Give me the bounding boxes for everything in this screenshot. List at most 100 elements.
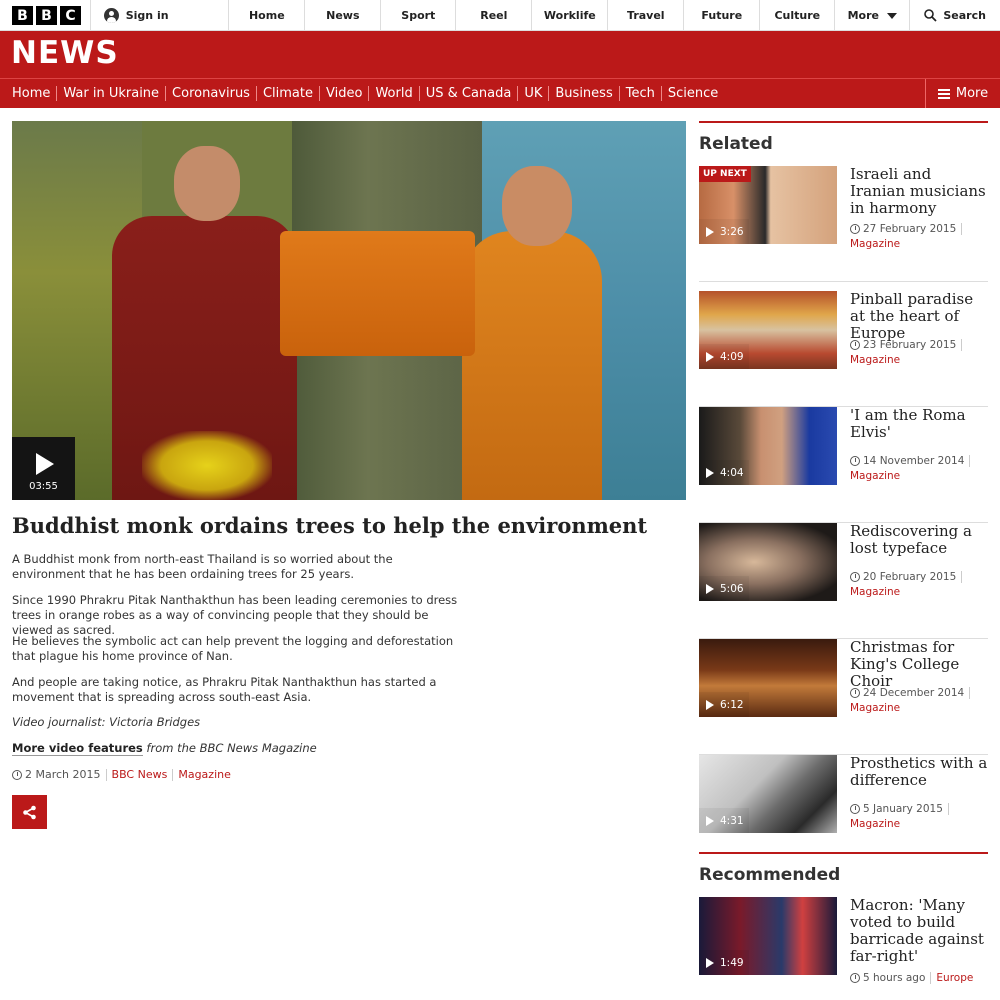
related-title[interactable]: Prosthetics with a difference	[850, 755, 990, 789]
section-nav-item-science[interactable]: Science	[662, 86, 724, 101]
related-section-link[interactable]: Magazine	[850, 470, 975, 482]
global-nav-news[interactable]: News	[305, 0, 382, 31]
caret-down-icon	[887, 12, 897, 19]
section-nav-item-video[interactable]: Video	[320, 86, 370, 101]
play-icon	[706, 226, 714, 237]
related-section-link[interactable]: Magazine	[850, 818, 954, 830]
related-card[interactable]: 5:06 Rediscovering a lost typeface 20 Fe…	[699, 523, 988, 639]
thumbnail-duration: 6:12	[720, 698, 744, 711]
related-thumbnail[interactable]: 4:04	[699, 407, 837, 485]
meta-divider	[961, 223, 963, 235]
related-title[interactable]: Pinball paradise at the heart of Europe	[850, 291, 990, 342]
related-title[interactable]: Christmas for King's College Choir	[850, 639, 990, 690]
related-meta: 24 December 2014 Magazine	[850, 687, 975, 714]
play-icon	[706, 467, 714, 478]
video-scene-monk-right-head	[502, 166, 572, 246]
section-nav-item-tech[interactable]: Tech	[620, 86, 662, 101]
bbc-logo-letter: B	[36, 6, 57, 25]
related-date: 5 January 2015	[863, 803, 943, 815]
share-button[interactable]	[12, 795, 47, 829]
meta-divider	[961, 571, 963, 583]
video-player[interactable]: 03:55	[12, 121, 686, 500]
video-scene-orange-robe	[280, 231, 475, 356]
global-nav-worklife[interactable]: Worklife	[532, 0, 609, 31]
related-card[interactable]: 6:12 Christmas for King's College Choir …	[699, 639, 988, 755]
global-header: B B C Sign in Home News Sport Reel Workl…	[0, 0, 1000, 31]
global-nav-culture[interactable]: Culture	[760, 0, 836, 31]
recommended-title[interactable]: Macron: 'Many voted to build barricade a…	[850, 897, 990, 965]
section-nav-item-war-in-ukraine[interactable]: War in Ukraine	[57, 86, 167, 101]
global-nav-reel[interactable]: Reel	[456, 0, 533, 31]
user-icon	[103, 8, 119, 23]
clock-icon	[850, 804, 860, 814]
related-title[interactable]: Israeli and Iranian musicians in harmony	[850, 166, 990, 217]
section-nav-item-climate[interactable]: Climate	[257, 86, 320, 101]
section-nav-item-home[interactable]: Home	[6, 86, 58, 101]
global-nav-sport[interactable]: Sport	[381, 0, 457, 31]
section-nav-item-us-canada[interactable]: US & Canada	[420, 86, 519, 101]
recommended-card[interactable]: 1:49 Macron: 'Many voted to build barric…	[699, 897, 988, 997]
related-section-link[interactable]: Magazine	[850, 586, 967, 598]
section-nav-item-world[interactable]: World	[369, 86, 420, 101]
up-next-badge: UP NEXT	[699, 166, 751, 182]
meta-divider	[930, 972, 932, 984]
related-card[interactable]: 4:09 Pinball paradise at the heart of Eu…	[699, 291, 988, 407]
section-nav-more-button[interactable]: More	[925, 79, 1000, 108]
play-icon	[706, 583, 714, 594]
related-meta: 23 February 2015 Magazine	[850, 339, 967, 366]
related-date: 14 November 2014	[863, 455, 965, 467]
news-masthead: NEWS	[0, 31, 1000, 78]
section-nav-item-business[interactable]: Business	[549, 86, 620, 101]
thumbnail-duration: 5:06	[720, 582, 744, 595]
related-section-link[interactable]: Magazine	[850, 238, 967, 250]
global-nav: Home News Sport Reel Worklife Travel Fut…	[229, 0, 911, 31]
video-journalist-credit: Video journalist: Victoria Bridges	[12, 715, 201, 729]
article-paragraph: A Buddhist monk from north-east Thailand…	[12, 552, 393, 581]
video-scene-monk-right	[462, 231, 602, 500]
section-nav-item-coronavirus[interactable]: Coronavirus	[166, 86, 257, 101]
global-nav-travel[interactable]: Travel	[608, 0, 685, 31]
section-nav-item-uk[interactable]: UK	[518, 86, 550, 101]
meta-divider	[961, 339, 963, 351]
related-card[interactable]: UP NEXT 3:26 Israeli and Iranian musicia…	[699, 166, 988, 282]
related-section-link[interactable]: Magazine	[850, 702, 975, 714]
article-section-link[interactable]: Magazine	[178, 768, 231, 781]
recommended-section-link[interactable]: Europe	[936, 972, 973, 984]
share-icon	[23, 805, 36, 819]
more-video-features-link[interactable]: More video features	[12, 741, 143, 756]
hamburger-icon	[937, 88, 950, 99]
global-nav-future[interactable]: Future	[684, 0, 761, 31]
clock-icon	[850, 224, 860, 234]
related-meta: 27 February 2015 Magazine	[850, 223, 967, 250]
related-thumbnail[interactable]: 5:06	[699, 523, 837, 601]
global-nav-more-label: More	[847, 9, 879, 22]
video-duration: 03:55	[29, 481, 58, 492]
recommended-thumbnail[interactable]: 1:49	[699, 897, 837, 975]
related-title[interactable]: Rediscovering a lost typeface	[850, 523, 990, 557]
recommended-date: 5 hours ago	[863, 972, 926, 984]
article-source-link[interactable]: BBC News	[112, 768, 168, 781]
bbc-logo[interactable]: B B C	[0, 0, 91, 31]
related-thumbnail[interactable]: 6:12	[699, 639, 837, 717]
global-nav-home[interactable]: Home	[229, 0, 306, 31]
thumbnail-play: 5:06	[699, 576, 749, 601]
related-card[interactable]: 4:04 'I am the Roma Elvis' 14 November 2…	[699, 407, 988, 523]
related-title[interactable]: 'I am the Roma Elvis'	[850, 407, 990, 441]
more-video-features: More video features from the BBC News Ma…	[12, 741, 317, 756]
news-logo[interactable]: NEWS	[11, 35, 119, 71]
thumbnail-play: 4:31	[699, 808, 749, 833]
video-play-button[interactable]: 03:55	[12, 437, 75, 500]
thumbnail-duration: 4:31	[720, 814, 744, 827]
global-nav-more[interactable]: More	[835, 0, 911, 31]
related-section-link[interactable]: Magazine	[850, 354, 967, 366]
search-icon	[924, 9, 937, 22]
related-rule	[699, 121, 988, 123]
related-thumbnail[interactable]: UP NEXT 3:26	[699, 166, 837, 244]
sign-in-link[interactable]: Sign in	[91, 0, 230, 31]
search-button[interactable]: Search	[910, 0, 1000, 31]
search-label: Search	[943, 9, 986, 22]
meta-divider	[105, 768, 107, 781]
related-thumbnail[interactable]: 4:31	[699, 755, 837, 833]
related-thumbnail[interactable]: 4:09	[699, 291, 837, 369]
thumbnail-duration: 4:09	[720, 350, 744, 363]
